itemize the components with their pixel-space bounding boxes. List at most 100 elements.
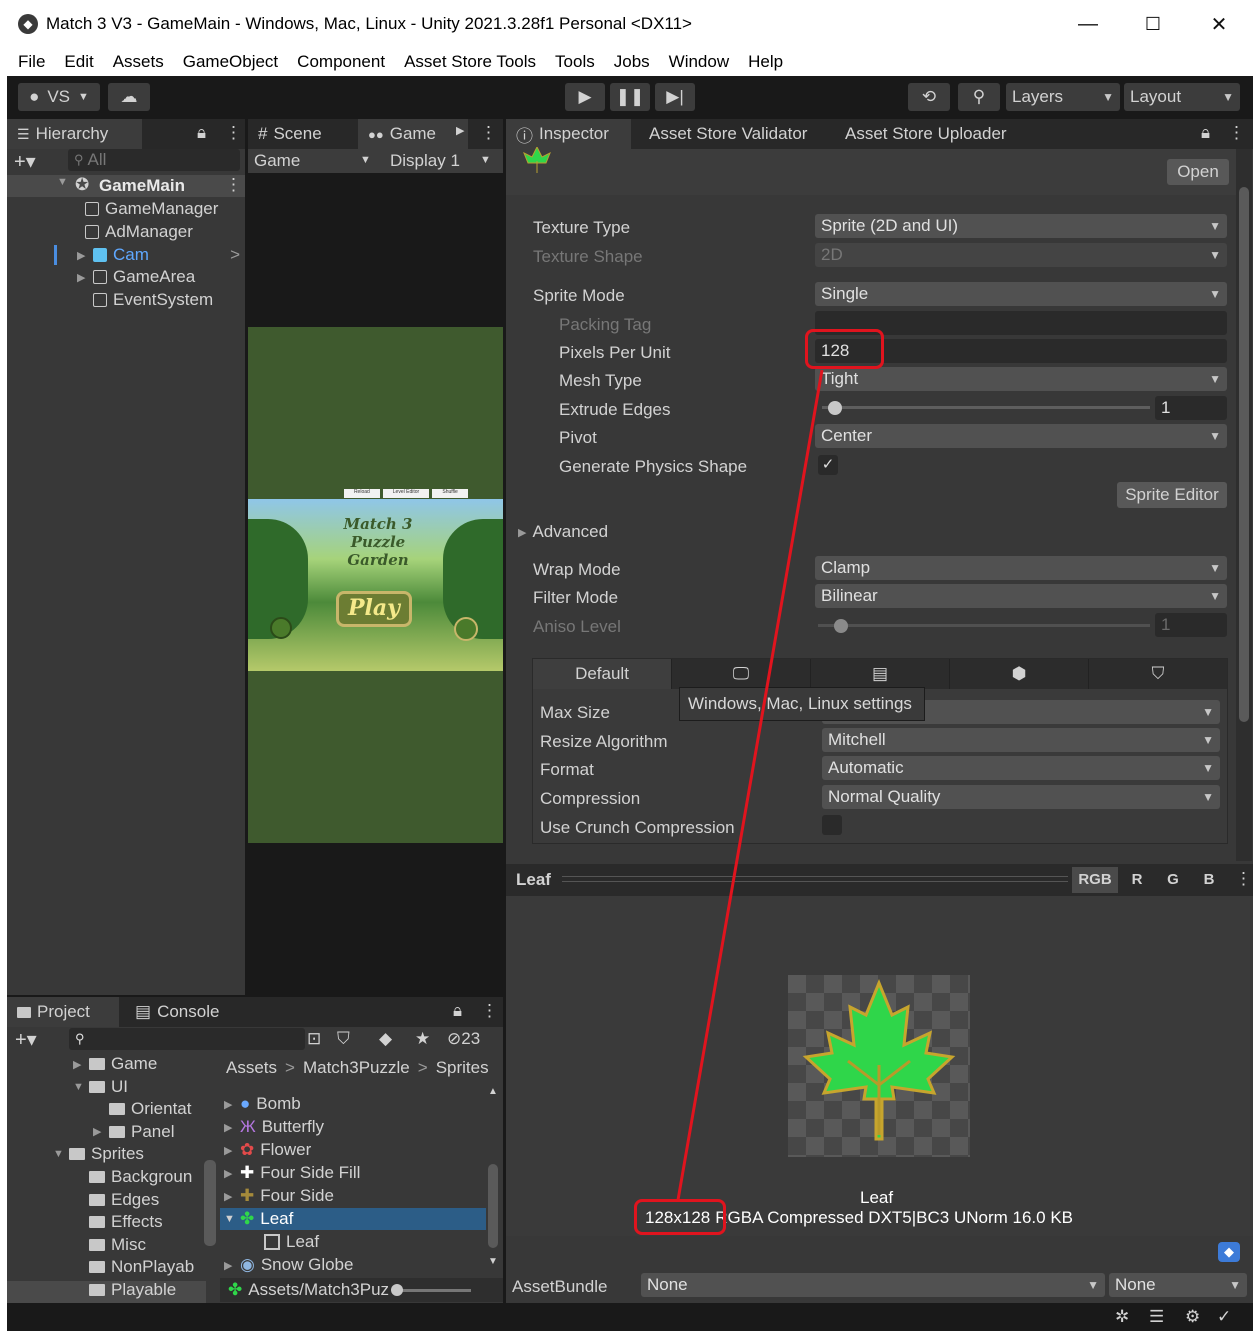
- shuffle-button[interactable]: Shuffle: [432, 489, 468, 498]
- list-item[interactable]: ▶ ◉ Snow Globe: [224, 1254, 353, 1276]
- chevron-right-icon[interactable]: >: [230, 245, 240, 265]
- file-list-scrollbar[interactable]: ▲ ▼: [486, 1086, 500, 1276]
- maximize-button[interactable]: ☐: [1122, 0, 1184, 48]
- sprite-mode-dropdown[interactable]: Single ▼: [815, 282, 1227, 306]
- lock-icon[interactable]: 🔒︎: [197, 123, 206, 143]
- tab-inspector[interactable]: ⓘ Inspector: [506, 119, 631, 149]
- list-item[interactable]: ▶ ● Bomb: [224, 1093, 301, 1115]
- play-game-button[interactable]: Play: [336, 591, 412, 627]
- tab-scene[interactable]: # Scene: [248, 119, 356, 149]
- ok-check-icon[interactable]: ✓: [1217, 1307, 1231, 1327]
- tab-game[interactable]: ●● Game: [358, 119, 468, 149]
- icon-size-slider[interactable]: [391, 1283, 472, 1296]
- tab-platform-desktop[interactable]: 🖵︎: [671, 659, 810, 689]
- tree-item[interactable]: Edges: [73, 1189, 159, 1211]
- resize-algorithm-dropdown[interactable]: Mitchell ▼: [822, 728, 1220, 752]
- menu-assets[interactable]: Assets: [113, 52, 164, 72]
- hierarchy-item[interactable]: GameManager: [85, 198, 218, 220]
- tree-item[interactable]: ▶ Game: [73, 1053, 157, 1075]
- account-dropdown[interactable]: ● VS ▼: [18, 83, 100, 111]
- tree-item[interactable]: Effects: [73, 1211, 163, 1233]
- icon-size-slider-thumb[interactable]: [391, 1283, 404, 1296]
- list-item[interactable]: ▶ ✚ Four Side: [224, 1185, 334, 1207]
- r-channel-button[interactable]: R: [1120, 867, 1154, 893]
- menu-window[interactable]: Window: [669, 52, 729, 72]
- expand-arrow-icon[interactable]: ▶: [73, 1058, 83, 1071]
- generate-physics-shape-checkbox[interactable]: ✓: [818, 455, 838, 475]
- pause-button[interactable]: ❚❚: [610, 83, 650, 111]
- menu-component[interactable]: Component: [297, 52, 385, 72]
- lock-icon[interactable]: 🔒︎: [1201, 123, 1210, 143]
- tab-platform-server[interactable]: ▤: [810, 659, 949, 689]
- extrude-edges-input[interactable]: 1: [1155, 396, 1227, 420]
- b-channel-button[interactable]: B: [1192, 867, 1226, 893]
- add-icon[interactable]: +▾: [14, 149, 36, 174]
- tree-item[interactable]: Playable: [73, 1279, 176, 1301]
- tab-platform-default[interactable]: Default: [533, 659, 671, 689]
- tree-item[interactable]: Orientat: [93, 1098, 191, 1120]
- more-tabs-icon[interactable]: ▶: [456, 124, 464, 137]
- filter-mode-dropdown[interactable]: Bilinear ▼: [815, 584, 1227, 608]
- kebab-menu-icon[interactable]: ⋮: [225, 123, 242, 143]
- search-by-label-icon[interactable]: ⛉: [337, 1029, 350, 1049]
- menu-edit[interactable]: Edit: [64, 52, 93, 72]
- scrollbar-thumb[interactable]: [1239, 187, 1249, 722]
- crunch-compression-checkbox[interactable]: [822, 815, 842, 835]
- sprite-editor-button[interactable]: Sprite Editor: [1117, 482, 1227, 508]
- reload-button[interactable]: Reload: [344, 489, 380, 498]
- add-icon[interactable]: +▾: [15, 1027, 37, 1052]
- expand-arrow-icon[interactable]: ▼: [53, 1148, 64, 1160]
- texture-type-dropdown[interactable]: Sprite (2D and UI) ▼: [815, 214, 1227, 238]
- project-search-input[interactable]: ⚲: [69, 1028, 305, 1050]
- list-item[interactable]: ▶ ✚ Four Side Fill: [224, 1162, 360, 1184]
- menu-gameobject[interactable]: GameObject: [183, 52, 278, 72]
- scroll-up-icon[interactable]: ▲: [488, 1086, 498, 1097]
- hierarchy-search-input[interactable]: ⚲ All: [68, 149, 240, 171]
- settings-gear-icon[interactable]: [270, 617, 292, 639]
- breadcrumb-match3puzzle[interactable]: Match3Puzzle: [303, 1058, 410, 1078]
- extrude-edges-slider-thumb[interactable]: [828, 401, 842, 415]
- assetbundle-variant-dropdown[interactable]: None ▼: [1109, 1273, 1247, 1297]
- kebab-menu-icon[interactable]: ⋮: [1235, 869, 1252, 889]
- favorite-star-icon[interactable]: ★: [415, 1029, 430, 1049]
- search-button[interactable]: ⚲: [958, 83, 1000, 111]
- tab-project[interactable]: Project: [7, 997, 119, 1027]
- preview-drag-handle[interactable]: [562, 876, 1068, 882]
- tree-item[interactable]: ▼ Sprites: [53, 1143, 144, 1165]
- lock-icon[interactable]: 🔒︎: [453, 1001, 462, 1021]
- breadcrumb-sprites[interactable]: Sprites: [436, 1058, 489, 1078]
- tree-item[interactable]: ▶ Panel: [93, 1121, 174, 1143]
- tab-console[interactable]: ▤ Console: [125, 997, 229, 1027]
- tab-hierarchy[interactable]: ☰ Hierarchy: [7, 119, 142, 149]
- layout-dropdown[interactable]: Layout ▼: [1124, 83, 1240, 111]
- compression-dropdown[interactable]: Normal Quality ▼: [822, 785, 1220, 809]
- play-button[interactable]: ▶: [565, 83, 605, 111]
- expand-arrow-icon[interactable]: ▼: [73, 1081, 84, 1093]
- menu-help[interactable]: Help: [748, 52, 783, 72]
- minimize-button[interactable]: —: [1057, 0, 1119, 48]
- game-viewport[interactable]: Reload Level Editor Shuffle Match 3 Puzz…: [248, 327, 503, 843]
- scrollbar-thumb[interactable]: [488, 1164, 498, 1248]
- list-item[interactable]: Leaf: [264, 1231, 319, 1253]
- expand-arrow-icon[interactable]: ▶: [77, 249, 87, 262]
- search-by-type-icon[interactable]: ⊡: [307, 1029, 321, 1049]
- menu-jobs[interactable]: Jobs: [614, 52, 650, 72]
- level-editor-button[interactable]: Level Editor: [382, 489, 430, 498]
- close-button[interactable]: ✕: [1188, 0, 1250, 48]
- inspector-scrollbar[interactable]: [1236, 149, 1252, 861]
- cloud-button[interactable]: ☁: [108, 83, 150, 111]
- hierarchy-item[interactable]: EventSystem: [93, 289, 213, 311]
- hierarchy-item[interactable]: AdManager: [85, 221, 193, 243]
- breadcrumb-assets[interactable]: Assets: [226, 1058, 277, 1078]
- label-tag-icon[interactable]: ◆: [379, 1029, 392, 1049]
- kebab-menu-icon[interactable]: ⋮: [480, 123, 497, 143]
- bug-icon[interactable]: ✲: [1115, 1307, 1129, 1327]
- advanced-foldout[interactable]: ▶ Advanced: [518, 522, 608, 542]
- g-channel-button[interactable]: G: [1156, 867, 1190, 893]
- menu-tools[interactable]: Tools: [555, 52, 595, 72]
- scroll-down-icon[interactable]: ▼: [488, 1256, 498, 1267]
- hierarchy-item-cam[interactable]: ▶ Cam >: [54, 244, 244, 266]
- list-item[interactable]: ▶ Ж Butterfly: [224, 1116, 324, 1138]
- hidden-packages-icon[interactable]: ⊘23: [447, 1029, 480, 1049]
- step-button[interactable]: ▶|: [655, 83, 695, 111]
